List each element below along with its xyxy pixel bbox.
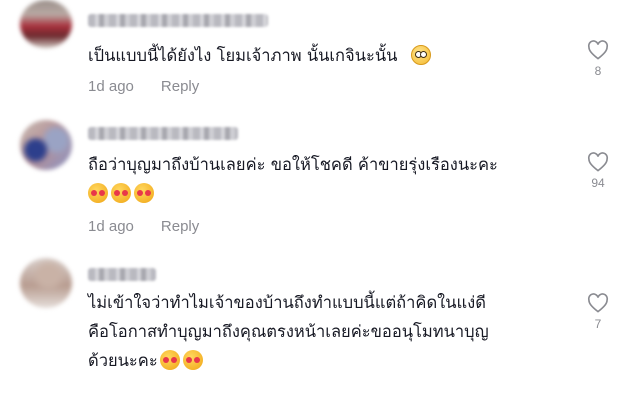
like-count: 7: [594, 317, 602, 331]
smiling-face-with-hearts-icon: [182, 350, 203, 370]
reply-button[interactable]: Reply: [161, 78, 199, 95]
comment-text-line: ไม่เข้าใจว่าทำไมเจ้าของบ้านถึงทำแบบนี้แต…: [88, 293, 486, 312]
heart-icon[interactable]: [587, 40, 609, 60]
avatar[interactable]: [20, 258, 72, 308]
like-count: 94: [591, 176, 605, 190]
comment-emoji-row: [88, 179, 578, 208]
comment-time: 1d ago: [88, 78, 134, 95]
comment-text: เป็นแบบนี้ได้ยังไง โยมเจ้าภาพ นั้นเกจินะ…: [88, 41, 578, 70]
comment-text-content: ถือว่าบุญมาถึงบ้านเลยค่ะ ขอให้โชคดี ค้าข…: [88, 155, 498, 174]
avatar[interactable]: [20, 0, 72, 48]
username-blurred[interactable]: [88, 268, 156, 281]
comment-text-line-last: ด้วยนะคะ: [88, 346, 578, 375]
like-control[interactable]: 94: [578, 152, 618, 190]
heart-icon[interactable]: [587, 293, 609, 313]
comment-text-line: คือโอกาสทำบุญมาถึงคุณตรงหน้าเลยค่ะขออนุโ…: [88, 322, 489, 341]
comment-text: ไม่เข้าใจว่าทำไมเจ้าของบ้านถึงทำแบบนี้แต…: [88, 288, 578, 375]
smiling-face-with-hearts-icon: [134, 183, 154, 203]
reply-button[interactable]: Reply: [161, 218, 199, 235]
smiling-face-with-hearts-icon: [88, 183, 108, 203]
heart-icon[interactable]: [587, 152, 609, 172]
comment-text: ถือว่าบุญมาถึงบ้านเลยค่ะ ขอให้โชคดี ค้าข…: [88, 150, 578, 208]
comment-meta: 1d ago Reply: [88, 78, 199, 95]
comment-meta: 1d ago Reply: [88, 218, 199, 235]
comment-text-content: เป็นแบบนี้ได้ยังไง โยมเจ้าภาพ นั้นเกจินะ…: [88, 46, 398, 65]
comment-text-line: ด้วยนะคะ: [88, 351, 158, 370]
username-blurred[interactable]: [88, 127, 238, 140]
flushed-face-icon: [410, 45, 431, 65]
smiling-face-with-hearts-icon: [111, 183, 131, 203]
avatar[interactable]: [20, 120, 72, 170]
like-control[interactable]: 8: [578, 40, 618, 78]
like-control[interactable]: 7: [578, 293, 618, 331]
username-blurred[interactable]: [88, 14, 268, 27]
like-count: 8: [594, 64, 602, 78]
smiling-face-with-hearts-icon: [159, 350, 180, 370]
comment-time: 1d ago: [88, 218, 134, 235]
